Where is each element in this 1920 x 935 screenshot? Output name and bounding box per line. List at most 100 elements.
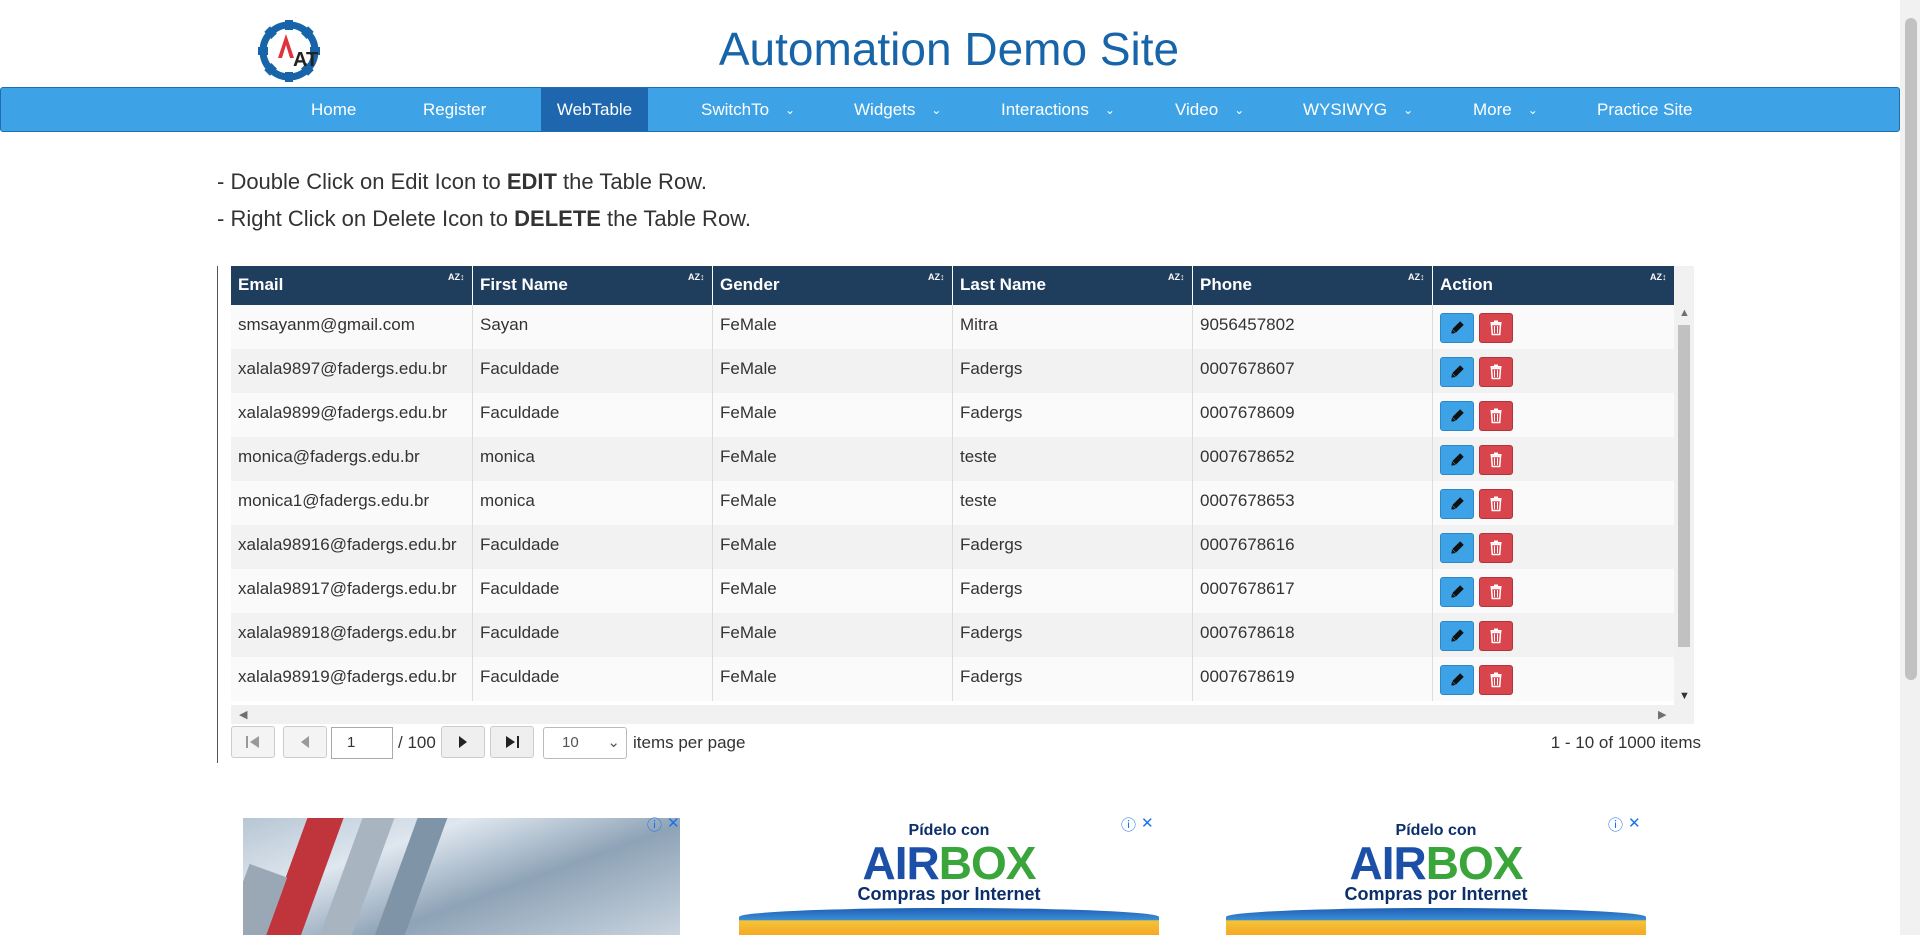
ad-banner-3[interactable]: ⓘ ✕ Pídelo con AIRBOX Compras por Intern… <box>1226 812 1646 935</box>
edit-button[interactable] <box>1440 577 1474 607</box>
table-horizontal-scrollbar[interactable]: ◀ ▶ <box>231 705 1694 724</box>
cell-first-name[interactable]: Faculdade <box>473 657 713 701</box>
nav-video[interactable]: Video ⌄ <box>1175 88 1244 131</box>
cell-phone[interactable]: 0007678653 <box>1193 481 1433 525</box>
cell-first-name[interactable]: Faculdade <box>473 569 713 613</box>
cell-last-name[interactable]: Fadergs <box>953 569 1193 613</box>
nav-register[interactable]: Register <box>423 88 486 131</box>
cell-phone[interactable]: 0007678619 <box>1193 657 1433 701</box>
ad-close-icon[interactable]: ✕ <box>667 814 680 832</box>
edit-button[interactable] <box>1440 621 1474 651</box>
cell-email[interactable]: xalala98919@fadergs.edu.br <box>231 657 473 701</box>
cell-phone[interactable]: 0007678616 <box>1193 525 1433 569</box>
cell-gender[interactable]: FeMale <box>713 657 953 701</box>
page-number-input[interactable]: 1 <box>331 727 393 759</box>
cell-email[interactable]: xalala98918@fadergs.edu.br <box>231 613 473 657</box>
first-page-button[interactable] <box>231 726 275 758</box>
delete-button[interactable] <box>1479 621 1513 651</box>
sort-icon[interactable]: AZ↕ <box>448 273 465 282</box>
table-row[interactable]: monica@fadergs.edu.br monica FeMale test… <box>231 437 1674 481</box>
cell-first-name[interactable]: monica <box>473 481 713 525</box>
cell-phone[interactable]: 0007678652 <box>1193 437 1433 481</box>
cell-first-name[interactable]: Sayan <box>473 305 713 349</box>
cell-last-name[interactable]: Fadergs <box>953 525 1193 569</box>
column-header-phone[interactable]: Phone AZ↕ <box>1193 266 1433 305</box>
cell-email[interactable]: xalala9897@fadergs.edu.br <box>231 349 473 393</box>
cell-last-name[interactable]: Fadergs <box>953 657 1193 701</box>
nav-webtable[interactable]: WebTable <box>541 88 648 131</box>
nav-wysiwyg[interactable]: WYSIWYG ⌄ <box>1303 88 1413 131</box>
nav-home[interactable]: Home <box>311 88 356 131</box>
cell-last-name[interactable]: Mitra <box>953 305 1193 349</box>
scrollbar-thumb[interactable] <box>1678 325 1690 647</box>
cell-first-name[interactable]: Faculdade <box>473 393 713 437</box>
column-header-last-name[interactable]: Last Name AZ↕ <box>953 266 1193 305</box>
table-row[interactable]: monica1@fadergs.edu.br monica FeMale tes… <box>231 481 1674 525</box>
cell-first-name[interactable]: Faculdade <box>473 613 713 657</box>
cell-first-name[interactable]: Faculdade <box>473 349 713 393</box>
scroll-left-icon[interactable]: ◀ <box>239 708 247 721</box>
cell-first-name[interactable]: Faculdade <box>473 525 713 569</box>
delete-button[interactable] <box>1479 577 1513 607</box>
edit-button[interactable] <box>1440 357 1474 387</box>
cell-gender[interactable]: FeMale <box>713 613 953 657</box>
cell-gender[interactable]: FeMale <box>713 305 953 349</box>
cell-gender[interactable]: FeMale <box>713 481 953 525</box>
edit-button[interactable] <box>1440 489 1474 519</box>
column-header-email[interactable]: Email AZ↕ <box>231 266 473 305</box>
cell-email[interactable]: monica1@fadergs.edu.br <box>231 481 473 525</box>
nav-practice-site[interactable]: Practice Site <box>1597 88 1692 131</box>
delete-button[interactable] <box>1479 401 1513 431</box>
cell-last-name[interactable]: Fadergs <box>953 349 1193 393</box>
scroll-up-icon[interactable]: ▲ <box>1679 307 1690 319</box>
last-page-button[interactable] <box>490 726 534 758</box>
prev-page-button[interactable] <box>283 726 327 758</box>
cell-phone[interactable]: 0007678618 <box>1193 613 1433 657</box>
delete-button[interactable] <box>1479 489 1513 519</box>
cell-email[interactable]: monica@fadergs.edu.br <box>231 437 473 481</box>
cell-email[interactable]: xalala98916@fadergs.edu.br <box>231 525 473 569</box>
next-page-button[interactable] <box>441 726 485 758</box>
page-vertical-scrollbar[interactable] <box>1900 0 1920 935</box>
scroll-right-icon[interactable]: ▶ <box>1658 708 1666 721</box>
edit-button[interactable] <box>1440 445 1474 475</box>
cell-last-name[interactable]: Fadergs <box>953 613 1193 657</box>
table-row[interactable]: xalala98916@fadergs.edu.br Faculdade FeM… <box>231 525 1674 569</box>
sort-icon[interactable]: AZ↕ <box>688 273 705 282</box>
table-row[interactable]: xalala98918@fadergs.edu.br Faculdade FeM… <box>231 613 1674 657</box>
cell-last-name[interactable]: teste <box>953 481 1193 525</box>
cell-phone[interactable]: 0007678609 <box>1193 393 1433 437</box>
table-row[interactable]: xalala9899@fadergs.edu.br Faculdade FeMa… <box>231 393 1674 437</box>
table-row[interactable]: xalala98917@fadergs.edu.br Faculdade FeM… <box>231 569 1674 613</box>
cell-last-name[interactable]: Fadergs <box>953 393 1193 437</box>
nav-switchto[interactable]: SwitchTo ⌄ <box>701 88 795 131</box>
cell-first-name[interactable]: monica <box>473 437 713 481</box>
scroll-down-icon[interactable]: ▼ <box>1679 690 1690 702</box>
cell-email[interactable]: xalala9899@fadergs.edu.br <box>231 393 473 437</box>
sort-icon[interactable]: AZ↕ <box>1408 273 1425 282</box>
sort-icon[interactable]: AZ↕ <box>1168 273 1185 282</box>
cell-phone[interactable]: 9056457802 <box>1193 305 1433 349</box>
edit-button[interactable] <box>1440 533 1474 563</box>
cell-last-name[interactable]: teste <box>953 437 1193 481</box>
cell-gender[interactable]: FeMale <box>713 393 953 437</box>
nav-interactions[interactable]: Interactions ⌄ <box>1001 88 1115 131</box>
page-scrollbar-thumb[interactable] <box>1905 18 1917 680</box>
edit-button[interactable] <box>1440 665 1474 695</box>
sort-icon[interactable]: AZ↕ <box>1650 273 1667 282</box>
nav-widgets[interactable]: Widgets ⌄ <box>854 88 941 131</box>
ad-banner-2[interactable]: ⓘ ✕ Pídelo con AIRBOX Compras por Intern… <box>739 812 1159 935</box>
table-row[interactable]: smsayanm@gmail.com Sayan FeMale Mitra 90… <box>231 305 1674 349</box>
cell-gender[interactable]: FeMale <box>713 437 953 481</box>
delete-button[interactable] <box>1479 445 1513 475</box>
delete-button[interactable] <box>1479 313 1513 343</box>
table-row[interactable]: xalala98919@fadergs.edu.br Faculdade FeM… <box>231 657 1674 701</box>
sort-icon[interactable]: AZ↕ <box>928 273 945 282</box>
column-header-first-name[interactable]: First Name AZ↕ <box>473 266 713 305</box>
page-size-select[interactable]: 10 ⌄ <box>543 727 627 759</box>
cell-phone[interactable]: 0007678617 <box>1193 569 1433 613</box>
cell-phone[interactable]: 0007678607 <box>1193 349 1433 393</box>
column-header-action[interactable]: Action AZ↕ <box>1433 266 1674 305</box>
cell-gender[interactable]: FeMale <box>713 349 953 393</box>
cell-gender[interactable]: FeMale <box>713 525 953 569</box>
